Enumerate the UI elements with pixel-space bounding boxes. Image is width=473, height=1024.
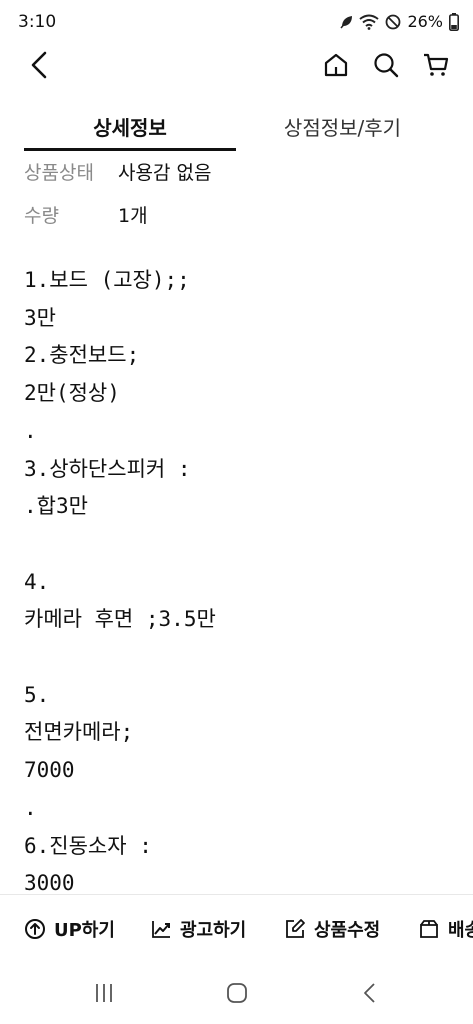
edit-product-button[interactable]: 상품수정 (284, 916, 380, 942)
edit-product-label: 상품수정 (314, 920, 381, 941)
quantity-row: 수량 1개 (24, 201, 148, 228)
box-icon (418, 918, 440, 940)
shipping-button[interactable]: 배송 (418, 916, 473, 942)
back-nav-button[interactable] (350, 980, 390, 1010)
back-nav-icon (362, 982, 378, 1008)
up-label: UP하기 (54, 920, 115, 941)
bottom-action-bar: UP하기 광고하기 상품수정 배송 (0, 898, 473, 962)
wifi-icon (359, 14, 380, 30)
condition-label: 상품상태 (24, 162, 94, 184)
quantity-value: 1개 (118, 205, 148, 227)
advertise-label: 광고하기 (180, 920, 247, 941)
edit-icon (284, 918, 306, 940)
search-icon (372, 51, 400, 83)
up-button[interactable]: UP하기 (24, 916, 115, 942)
battery-percent: 26% (407, 12, 443, 31)
status-bar: 3:10 26% (0, 0, 473, 44)
condition-row: 상품상태 사용감 없음 (24, 158, 211, 185)
advertise-button[interactable]: 광고하기 (150, 916, 246, 942)
cart-button[interactable] (419, 50, 453, 84)
top-app-bar (0, 44, 473, 90)
bottom-divider (0, 894, 473, 895)
tab-bar: 상세정보 상점정보/후기 (0, 104, 473, 151)
trend-chart-icon (150, 918, 172, 940)
do-not-disturb-icon (385, 14, 401, 30)
leaf-icon (340, 15, 353, 29)
back-button[interactable] (22, 50, 56, 84)
search-button[interactable] (369, 50, 403, 84)
recent-apps-icon (92, 983, 116, 1007)
home-button[interactable] (319, 50, 353, 84)
battery-icon (449, 12, 459, 31)
back-icon (29, 50, 49, 84)
product-description: 1.보드 (고장);; 3만 2.충전보드; 2만(정상) . 3.상하단스피커… (24, 268, 216, 896)
home-nav-button[interactable] (217, 980, 257, 1010)
up-circle-icon (24, 918, 46, 940)
tab-store-info-reviews[interactable]: 상점정보/후기 (236, 104, 449, 148)
home-nav-icon (226, 982, 248, 1008)
system-nav-bar (0, 962, 473, 1024)
home-icon (322, 51, 350, 83)
quantity-label: 수량 (24, 205, 59, 227)
cart-icon (422, 51, 450, 83)
condition-value: 사용감 없음 (118, 162, 212, 184)
status-time: 3:10 (18, 12, 57, 32)
tab-detail-info[interactable]: 상세정보 (24, 104, 236, 151)
recent-apps-button[interactable] (84, 980, 124, 1010)
status-icons: 26% (340, 12, 459, 31)
shipping-label: 배송 (448, 920, 473, 941)
